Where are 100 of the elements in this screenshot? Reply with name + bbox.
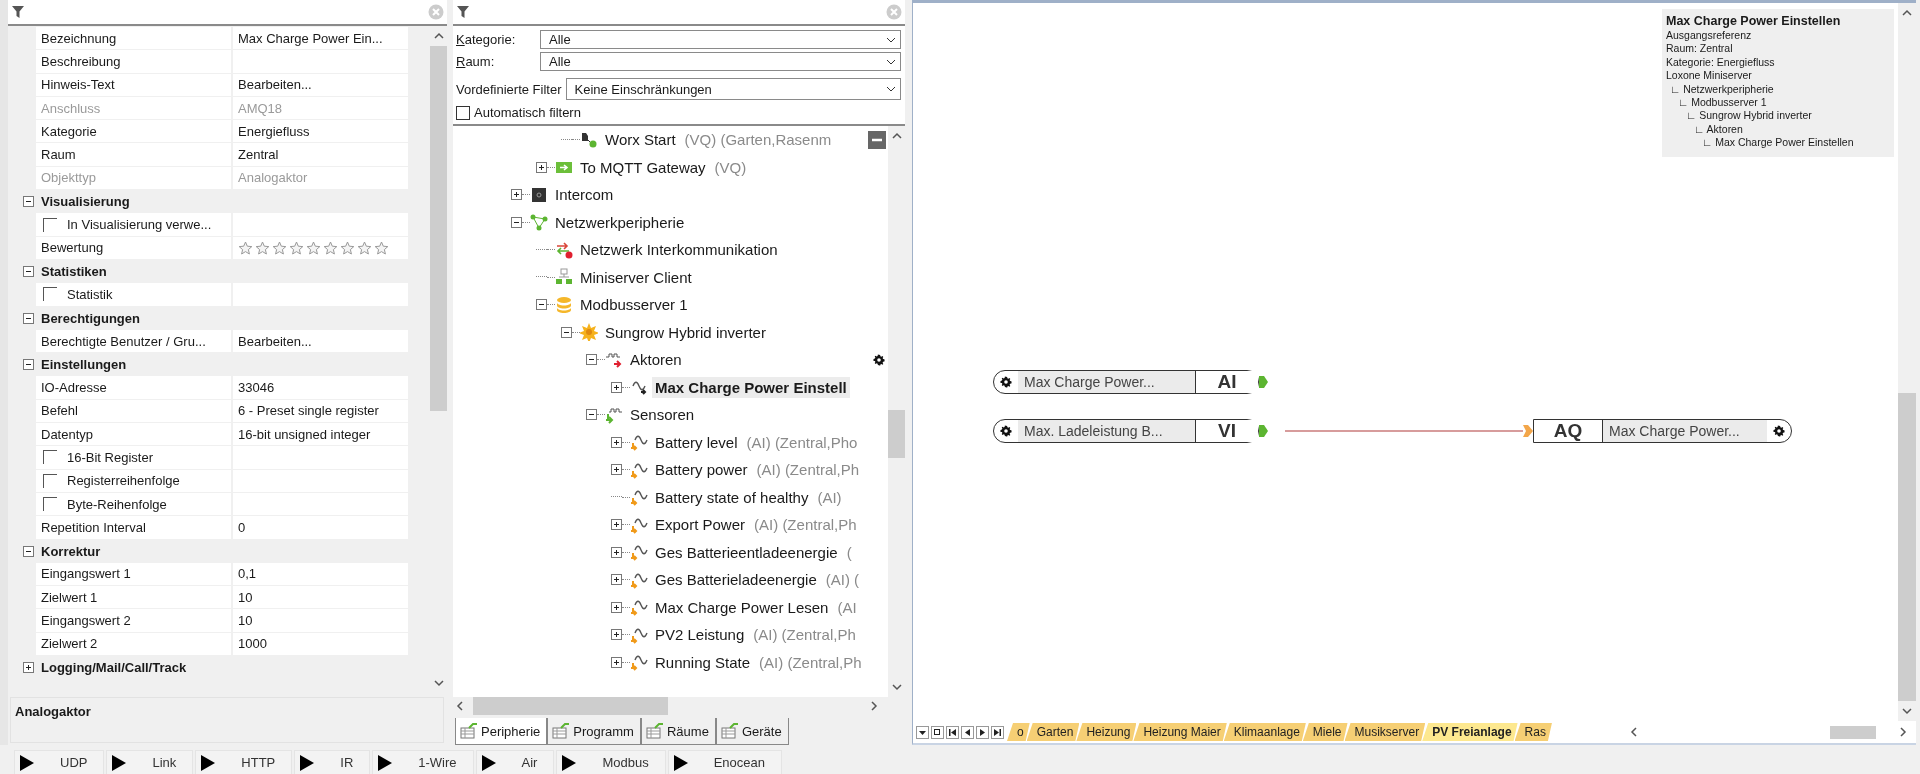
input-block[interactable]: Max Charge Power... AI [993, 370, 1259, 394]
property-value[interactable]: Bearbeiten... [233, 73, 408, 96]
checkbox[interactable] [43, 287, 57, 302]
input-block[interactable]: Max. Ladeleistung B... VI [993, 419, 1259, 443]
property-value[interactable]: 33046 [233, 376, 408, 399]
collapse-icon[interactable] [561, 326, 572, 338]
view-tab[interactable]: Peripherie [455, 718, 548, 745]
property-value[interactable]: Bearbeiten... [233, 329, 408, 353]
star-icon[interactable] [323, 240, 338, 255]
checkbox[interactable] [43, 497, 57, 512]
tree-item[interactable]: Ges Batterieentladeenergie [652, 541, 841, 563]
property-value[interactable]: Max Charge Power Ein... [233, 27, 408, 50]
checkbox[interactable] [43, 217, 57, 232]
star-icon[interactable] [374, 240, 389, 255]
filter-icon[interactable] [11, 5, 25, 19]
tree-item[interactable]: Modbusserver 1 [577, 294, 691, 316]
property-value[interactable]: 10 [233, 586, 408, 609]
property-value[interactable]: 0,1 [233, 562, 408, 586]
expand-icon[interactable] [611, 656, 622, 668]
property-value[interactable]: 16-bit unsigned integer [233, 423, 408, 446]
property-value[interactable]: 10 [233, 609, 408, 632]
tree-item[interactable]: Running State [652, 651, 754, 673]
sheet-tab[interactable]: Ras [1514, 723, 1552, 741]
scroll-left-icon[interactable] [1629, 726, 1639, 738]
expand-icon[interactable] [611, 601, 622, 613]
scrollbar-thumb[interactable] [430, 46, 447, 411]
minus-icon[interactable] [868, 130, 886, 149]
sheet-tab[interactable]: Musikserver [1344, 723, 1426, 741]
sheet-tab[interactable]: Garten [1026, 723, 1080, 741]
next-page-icon[interactable] [976, 725, 989, 739]
group-header[interactable]: Visualisierung [36, 190, 408, 214]
collapse-icon[interactable] [23, 545, 34, 557]
scrollbar-thumb[interactable] [888, 410, 905, 458]
star-icon[interactable] [306, 240, 321, 255]
sheet-tab[interactable]: PV Freianlage [1422, 723, 1518, 741]
tree-item[interactable]: Netzwerkperipherie [552, 211, 688, 233]
checkbox[interactable] [43, 473, 57, 488]
property-value[interactable]: 1000 [233, 632, 408, 655]
expand-icon[interactable] [611, 464, 622, 476]
toolbar-button[interactable]: Enocean [667, 750, 782, 774]
tree-item[interactable]: Sensoren [627, 404, 698, 426]
expand-icon[interactable] [611, 381, 622, 393]
first-page-icon[interactable] [946, 725, 959, 739]
property-value[interactable]: 6 - Preset single register [233, 399, 408, 423]
scrollbar-thumb[interactable] [1898, 393, 1916, 701]
sheet-tab[interactable]: Heizung [1076, 723, 1137, 741]
room-dropdown[interactable]: Alle [540, 52, 901, 71]
tree-item[interactable]: Export Power [652, 514, 749, 536]
scrollbar[interactable] [1898, 3, 1916, 721]
filter-dropdown[interactable]: Keine Einschränkungen [565, 78, 901, 100]
settings-icon[interactable] [1773, 425, 1785, 437]
toolbar-button[interactable]: Air [475, 750, 555, 774]
star-icon[interactable] [272, 240, 287, 255]
group-header[interactable]: Logging/Mail/Call/Track [36, 656, 408, 680]
tree-item[interactable]: Battery level [652, 431, 741, 453]
view-tab[interactable]: Geräte [715, 718, 789, 745]
collapse-icon[interactable] [586, 354, 597, 366]
property-value[interactable]: Zentral [233, 143, 408, 166]
expand-icon[interactable] [23, 662, 34, 674]
tree-item[interactable]: To MQTT Gateway [577, 156, 709, 178]
group-header[interactable]: Korrektur [36, 539, 408, 563]
collapse-icon[interactable] [511, 216, 522, 228]
expand-icon[interactable] [611, 519, 622, 531]
view-tab[interactable]: Programm [547, 718, 641, 745]
sheet-tab[interactable]: Heizung Maier [1133, 723, 1227, 741]
view-tab[interactable]: Räume [640, 718, 716, 745]
sheet-tab[interactable]: Miele [1302, 723, 1348, 741]
star-icon[interactable] [340, 240, 355, 255]
tree-item[interactable]: PV2 Leistung [652, 624, 748, 646]
expand-icon[interactable] [536, 161, 547, 173]
collapse-icon[interactable] [23, 312, 34, 324]
checkbox[interactable] [456, 105, 470, 120]
toolbar-button[interactable]: IR [294, 750, 371, 774]
toolbar-button[interactable]: Link [106, 750, 194, 774]
tree-item[interactable]: Aktoren [627, 349, 685, 371]
tree-item[interactable]: Battery power [652, 459, 751, 481]
settings-icon[interactable] [872, 352, 886, 367]
tree-item[interactable]: Battery state of healthy [652, 486, 812, 508]
tree-item[interactable]: Worx Start [602, 129, 679, 151]
window-icon[interactable] [931, 725, 944, 739]
previous-page-icon[interactable] [961, 725, 974, 739]
toolbar-button[interactable]: UDP [14, 750, 105, 774]
sheet-tab[interactable]: Klimaanlage [1223, 723, 1306, 741]
expand-icon[interactable] [511, 189, 522, 201]
expand-icon[interactable] [611, 574, 622, 586]
group-header[interactable]: Einstellungen [36, 353, 408, 377]
star-icon[interactable] [357, 240, 372, 255]
collapse-icon[interactable] [586, 409, 597, 421]
expand-icon[interactable] [611, 436, 622, 448]
tree-item[interactable]: Ges Batterieladeenergie [652, 569, 820, 591]
property-value[interactable]: Energiefluss [233, 120, 408, 143]
expand-icon[interactable] [611, 546, 622, 558]
filter-icon[interactable] [456, 5, 470, 19]
collapse-icon[interactable] [536, 299, 547, 311]
expand-icon[interactable] [611, 629, 622, 641]
star-icon[interactable] [238, 240, 253, 255]
collapse-icon[interactable] [23, 266, 34, 278]
scrollbar-thumb[interactable] [473, 697, 668, 715]
tree-item[interactable]: Netzwerk Interkommunikation [577, 239, 781, 261]
collapse-icon[interactable] [23, 359, 34, 371]
